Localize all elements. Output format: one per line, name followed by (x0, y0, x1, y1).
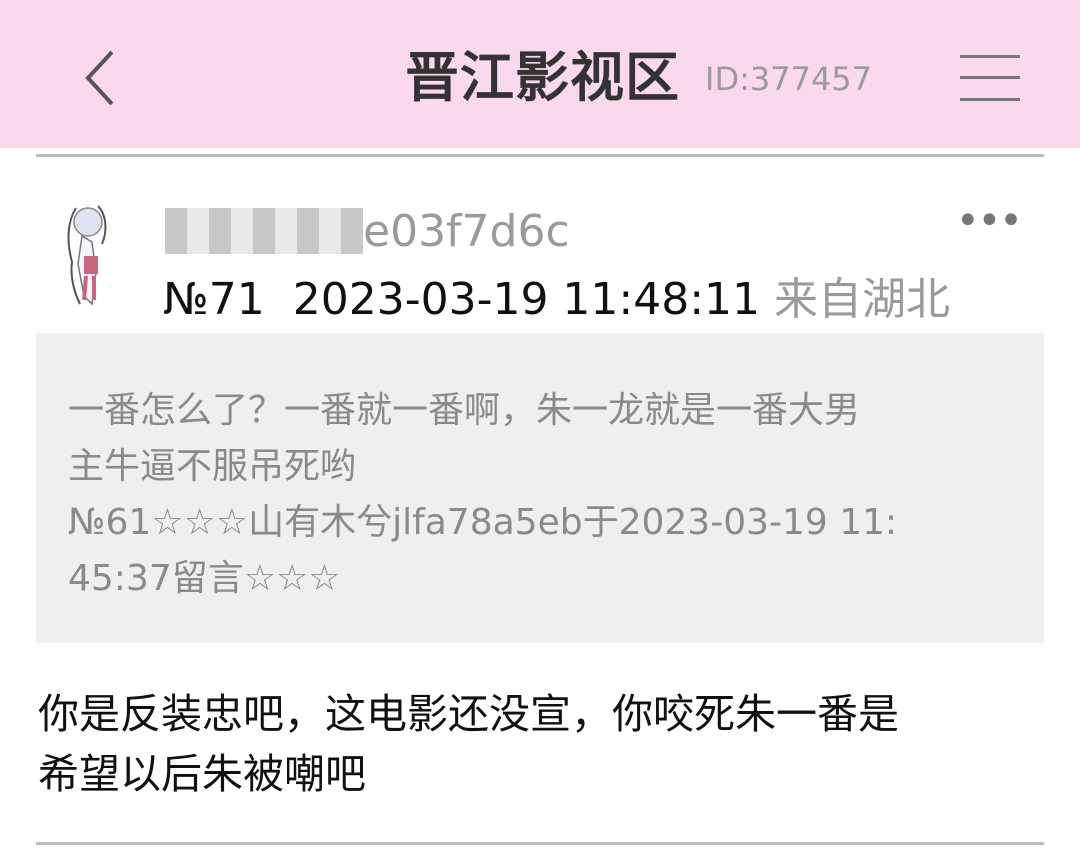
back-button[interactable] (70, 38, 130, 118)
quote-line: 一番怎么了？一番就一番啊，朱一龙就是一番大男 (68, 390, 861, 431)
bottom-divider (36, 842, 1044, 845)
username[interactable]: e03f7d6c (165, 204, 570, 260)
menu-button[interactable] (958, 52, 1024, 108)
chevron-left-icon (85, 50, 114, 106)
post-location: 来自湖北 (774, 274, 951, 325)
avatar-illustration-icon (67, 205, 107, 306)
username-visible-part: e03f7d6c (363, 206, 570, 257)
avatar[interactable] (58, 200, 118, 312)
board-id-label: ID:377457 (705, 60, 873, 98)
quoted-reply: 一番怎么了？一番就一番啊，朱一龙就是一番大男 主牛逼不服吊死哟 №61☆☆☆山有… (36, 333, 1044, 643)
more-options-button[interactable]: ••• (956, 201, 1023, 241)
quote-line: 主牛逼不服吊死哟 (68, 446, 357, 487)
reply-content: 你是反装忠吧，这电影还没宣，你咬死朱一番是 希望以后朱被嘲吧 (38, 684, 1048, 804)
post-timestamp: 2023-03-19 11:48:11 (292, 274, 761, 325)
reply-line: 希望以后朱被嘲吧 (38, 750, 366, 798)
top-divider (36, 154, 1044, 157)
page-title: 晋江影视区 (405, 46, 680, 109)
quote-line: №61☆☆☆山有木兮jlfa78a5eb于2023-03-19 11: (68, 502, 898, 543)
quote-line: 45:37留言☆☆☆ (68, 558, 341, 599)
hamburger-menu-icon (960, 55, 1020, 101)
post-meta: №71 2023-03-19 11:48:11 来自湖北 (163, 272, 950, 328)
redacted-username-blur (165, 208, 363, 254)
top-bar: 晋江影视区 ID:377457 (0, 0, 1080, 148)
reply-line: 你是反装忠吧，这电影还没宣，你咬死朱一番是 (38, 690, 899, 738)
floor-number: №71 (163, 274, 265, 325)
